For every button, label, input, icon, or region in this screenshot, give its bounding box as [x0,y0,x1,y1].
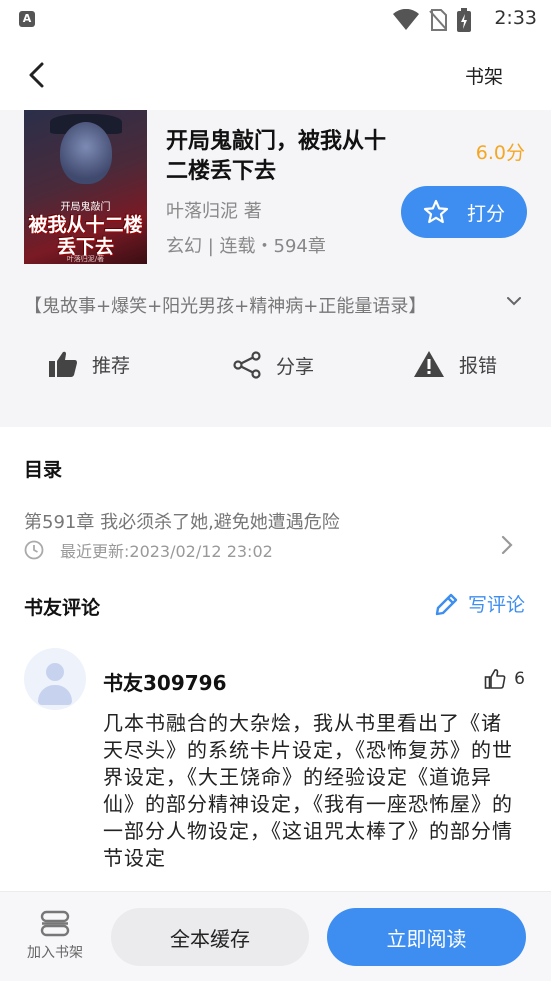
reviews-heading: 书友评论 [24,597,101,619]
write-review-button[interactable]: 写评论 [434,590,525,617]
report-error-label: 报错 [459,354,498,377]
no-sim-icon [429,9,447,31]
share-icon [233,351,261,379]
cache-all-button[interactable]: 全本缓存 [111,908,309,966]
read-now-button[interactable]: 立即阅读 [327,908,526,966]
book-tags: 【鬼故事+爆笑+阳光男孩+精神病+正能量语录】 [24,296,427,317]
status-bar: A 2:33 [0,0,551,40]
action-row: 推荐 分享 报错 [0,350,551,400]
book-cover[interactable]: 开局鬼敲门 被我从十二楼 丢下去 叶落归泥/著 [24,110,147,264]
top-app-bar: 书架 [0,40,551,110]
book-meta: 玄幻 | 连载・594章 [166,236,326,257]
thumbs-up-icon [49,351,77,377]
star-icon [423,199,449,224]
recommend-label: 推荐 [92,354,131,377]
read-now-label: 立即阅读 [386,926,467,951]
recommend-button[interactable]: 推荐 [48,350,130,378]
add-to-shelf-label: 加入书架 [27,945,83,961]
expand-chevron-icon[interactable] [505,292,523,310]
like-count: 6 [514,669,525,689]
share-button[interactable]: 分享 [232,350,314,380]
bookshelf-icon [40,910,70,937]
status-icons [393,8,471,32]
cover-author: 叶落归泥/著 [66,255,105,263]
cache-all-label: 全本缓存 [170,926,250,951]
last-update: 最近更新:2023/02/12 23:02 [24,538,273,562]
warning-icon [414,351,444,377]
app-notification-icon: A [19,11,35,27]
clock-icon [24,540,44,560]
wifi-icon [393,9,419,30]
chevron-right-icon[interactable] [499,534,515,556]
review-text: 几本书融合的大杂烩，我从书里看出了《诸天尽头》的系统卡片设定，《恐怖复苏》的世界… [103,711,513,870]
book-info-section: 开局鬼敲门 被我从十二楼 丢下去 叶落归泥/著 开局鬼敲门，被我从十二楼丢下去 … [0,110,551,427]
book-title: 开局鬼敲门，被我从十二楼丢下去 [166,129,387,184]
report-error-button[interactable]: 报错 [413,350,497,378]
share-label: 分享 [276,355,315,378]
rate-button-label: 打分 [466,202,505,225]
battery-charging-icon [457,8,471,32]
like-button[interactable]: 6 [484,668,525,690]
pencil-icon [435,593,458,615]
write-review-label: 写评论 [467,594,525,616]
bottom-action-bar: 加入书架 全本缓存 立即阅读 [0,891,551,981]
book-author[interactable]: 叶落归泥 著 [166,197,262,223]
latest-chapter-link[interactable]: 第591章 我必须杀了她,避免她遭遇危险 [24,508,340,534]
rate-button[interactable]: 打分 [401,186,527,238]
back-arrow-icon[interactable] [22,60,52,90]
bookshelf-link[interactable]: 书架 [465,62,503,89]
reviewer-name[interactable]: 书友309796 [103,667,227,696]
add-to-shelf-button[interactable]: 加入书架 [16,910,94,962]
cover-art-figure [60,122,112,184]
avatar[interactable] [24,648,86,710]
book-score: 6.0分 [475,142,525,164]
last-update-text: 最近更新:2023/02/12 23:02 [60,542,273,561]
toc-heading: 目录 [24,459,63,481]
status-time: 2:33 [494,7,537,29]
thumbs-up-outline-icon [484,669,506,689]
